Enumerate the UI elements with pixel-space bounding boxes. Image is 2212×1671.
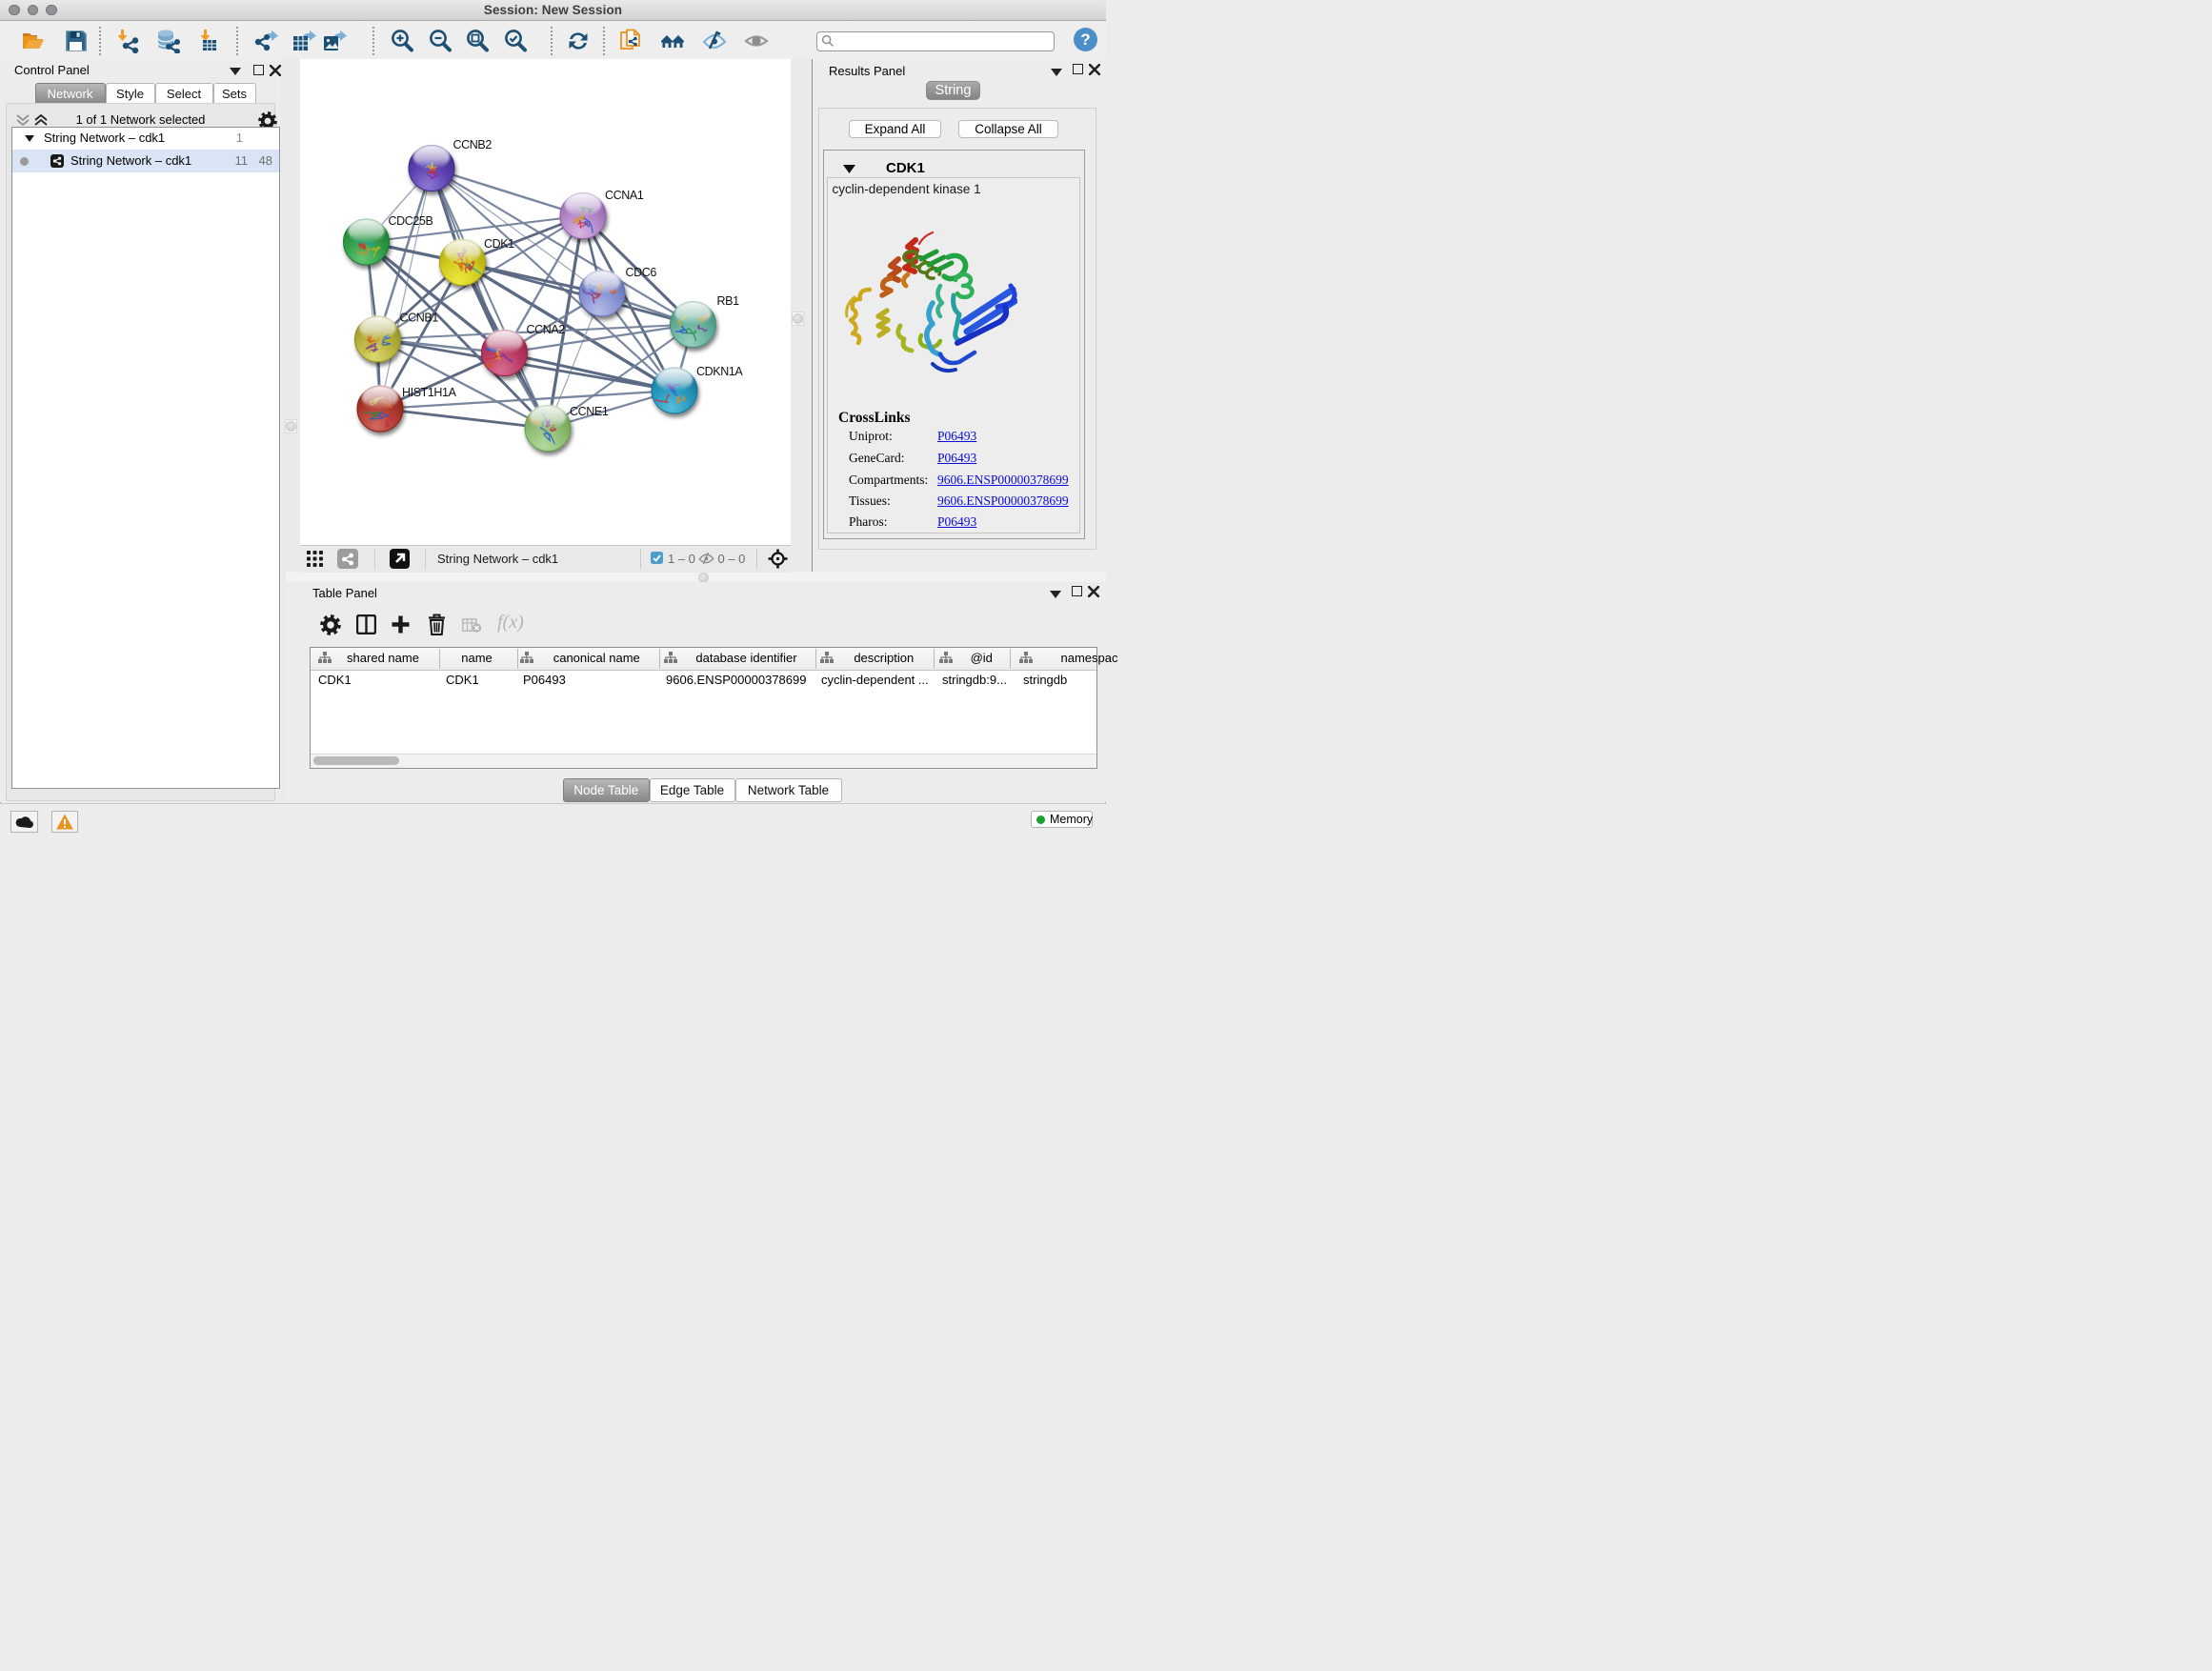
svg-text:CDC6: CDC6 [625, 266, 656, 279]
svg-text:CCNB1: CCNB1 [399, 312, 438, 325]
svg-text:HIST1H1A: HIST1H1A [402, 386, 457, 399]
svg-text:CDC25B: CDC25B [388, 214, 432, 228]
svg-text:CDKN1A: CDKN1A [696, 365, 743, 378]
svg-text:CCNB2: CCNB2 [452, 138, 492, 151]
svg-text:RB1: RB1 [716, 294, 739, 308]
svg-text:CCNA1: CCNA1 [605, 189, 644, 202]
svg-text:CCNE1: CCNE1 [570, 405, 609, 418]
svg-text:CDK1: CDK1 [484, 237, 514, 251]
svg-text:CCNA2: CCNA2 [526, 323, 565, 336]
